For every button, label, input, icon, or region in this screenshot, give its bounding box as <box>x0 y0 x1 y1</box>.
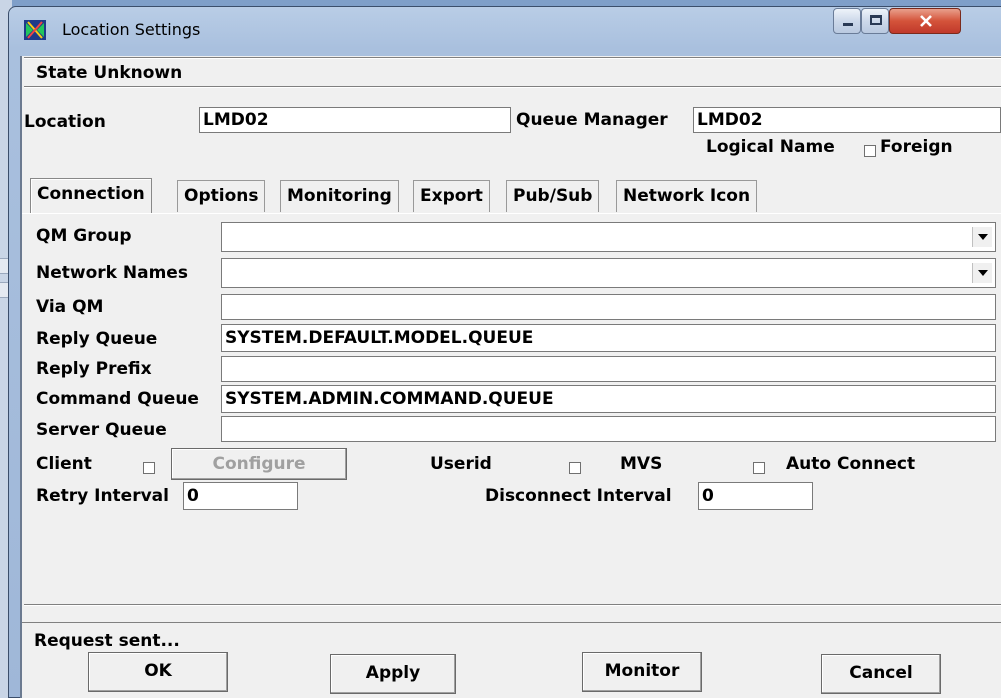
maximize-button[interactable] <box>861 8 889 34</box>
app-icon <box>24 20 46 40</box>
client-checkbox[interactable] <box>142 462 155 474</box>
client-label: Client <box>36 454 92 474</box>
divider <box>24 57 1001 59</box>
server-queue-label: Server Queue <box>36 420 167 440</box>
location-input[interactable]: LMD02 <box>199 107 511 133</box>
cancel-button[interactable]: Cancel <box>821 654 941 694</box>
reply-prefix-input[interactable] <box>221 356 996 382</box>
reply-prefix-label: Reply Prefix <box>36 359 152 379</box>
tab-options[interactable]: Options <box>177 180 266 212</box>
logical-name-label: Logical Name <box>706 137 835 157</box>
foreign-label: Foreign <box>880 137 953 157</box>
tab-panel-top-edge <box>22 213 1001 214</box>
disconnect-interval-label: Disconnect Interval <box>485 486 672 506</box>
userid-checkbox[interactable] <box>568 462 581 474</box>
mvs-label: MVS <box>620 454 663 474</box>
auto-connect-label: Auto Connect <box>786 454 916 474</box>
close-icon <box>920 15 932 27</box>
disconnect-interval-input[interactable]: 0 <box>698 482 813 510</box>
network-names-select[interactable] <box>221 258 996 288</box>
reply-queue-input[interactable]: SYSTEM.DEFAULT.MODEL.QUEUE <box>221 324 996 352</box>
logical-name-checkbox[interactable] <box>864 145 876 157</box>
queue-manager-input[interactable]: LMD02 <box>693 107 1001 133</box>
mvs-checkbox[interactable] <box>752 462 765 474</box>
status-text: Request sent... <box>34 631 180 651</box>
configure-button[interactable]: Configure <box>171 448 347 480</box>
tab-monitoring[interactable]: Monitoring <box>280 180 399 212</box>
maximize-icon <box>870 15 882 25</box>
minimize-button[interactable] <box>833 8 861 34</box>
divider <box>22 622 1001 623</box>
tab-network-icon[interactable]: Network Icon <box>616 180 758 212</box>
state-text: State Unknown <box>36 63 183 83</box>
monitor-button[interactable]: Monitor <box>582 652 702 692</box>
userid-label: Userid <box>430 454 492 474</box>
command-queue-label: Command Queue <box>36 389 199 409</box>
network-names-label: Network Names <box>36 263 188 283</box>
reply-queue-label: Reply Queue <box>36 329 158 349</box>
ok-button[interactable]: OK <box>88 652 228 692</box>
location-label: Location <box>24 112 106 132</box>
divider <box>24 86 1001 88</box>
retry-interval-label: Retry Interval <box>36 486 169 506</box>
tab-connection[interactable]: Connection <box>30 178 152 214</box>
server-queue-input[interactable] <box>221 416 996 442</box>
tab-pub-sub[interactable]: Pub/Sub <box>506 180 600 212</box>
close-button[interactable] <box>889 8 961 34</box>
chevron-down-icon <box>978 234 988 240</box>
queue-manager-label: Queue Manager <box>516 110 668 130</box>
minimize-icon <box>843 23 853 26</box>
qm-group-select[interactable] <box>221 222 996 252</box>
via-qm-label: Via QM <box>36 297 104 317</box>
retry-interval-input[interactable]: 0 <box>183 482 298 510</box>
network-names-dropdown-button[interactable] <box>972 263 992 283</box>
qm-group-dropdown-button[interactable] <box>972 227 992 247</box>
command-queue-input[interactable]: SYSTEM.ADMIN.COMMAND.QUEUE <box>221 385 996 413</box>
divider <box>24 604 1001 606</box>
window-title: Location Settings <box>62 20 201 39</box>
apply-button[interactable]: Apply <box>330 654 456 694</box>
tab-export[interactable]: Export <box>413 180 490 212</box>
chevron-down-icon <box>978 270 988 276</box>
qm-group-label: QM Group <box>36 226 132 246</box>
via-qm-input[interactable] <box>221 294 996 320</box>
